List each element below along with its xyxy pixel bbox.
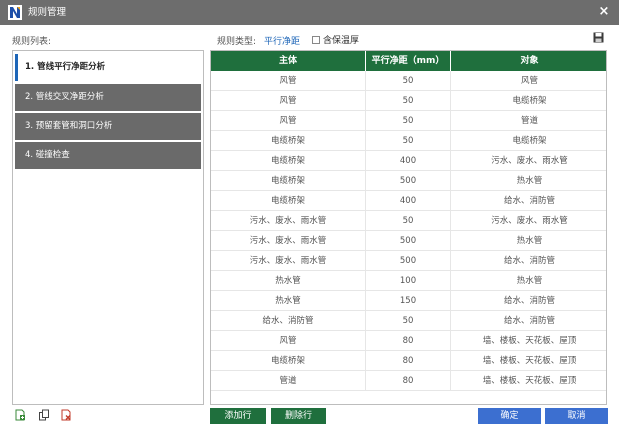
delete-row-button[interactable]: 删除行 <box>271 408 326 424</box>
table-row[interactable]: 给水、消防管 50 给水、消防管 <box>211 311 606 331</box>
cell-clearance[interactable]: 50 <box>366 111 451 130</box>
table-header: 主体 平行净距（mm） 对象 <box>211 51 606 71</box>
cell-clearance[interactable]: 50 <box>366 131 451 150</box>
cell-object[interactable]: 给水、消防管 <box>451 311 606 330</box>
cell-subject[interactable]: 给水、消防管 <box>211 311 366 330</box>
table-row[interactable]: 风管 50 风管 <box>211 71 606 91</box>
header-clearance[interactable]: 平行净距（mm） <box>366 51 451 71</box>
cell-object[interactable]: 污水、废水、雨水管 <box>451 211 606 230</box>
rule-table: 主体 平行净距（mm） 对象 风管 50 风管 风管 50 电缆桥架 风管 50 管道 电缆桥架 5… <box>210 50 607 405</box>
cancel-button[interactable]: 取消 <box>545 408 608 424</box>
header-object[interactable]: 对象 <box>451 51 606 71</box>
checkbox-label[interactable]: 含保温厚 <box>323 33 359 46</box>
table-row[interactable]: 风管 50 管道 <box>211 111 606 131</box>
table-row[interactable]: 电缆桥架 400 给水、消防管 <box>211 191 606 211</box>
cell-clearance[interactable]: 500 <box>366 231 451 250</box>
table-row[interactable]: 管道 80 墙、楼板、天花板、屋顶 <box>211 371 606 391</box>
cell-subject[interactable]: 电缆桥架 <box>211 171 366 190</box>
cell-object[interactable]: 给水、消防管 <box>451 251 606 270</box>
cell-clearance[interactable]: 50 <box>366 71 451 90</box>
rule-type-value: 平行净距 <box>264 37 301 47</box>
cell-clearance[interactable]: 80 <box>366 351 451 370</box>
table-row[interactable]: 污水、废水、雨水管 500 热水管 <box>211 231 606 251</box>
cell-subject[interactable]: 风管 <box>211 111 366 130</box>
rule-item-cross-clearance[interactable]: 2. 管线交叉净距分析 <box>15 84 201 111</box>
cell-subject[interactable]: 风管 <box>211 71 366 90</box>
cell-subject[interactable]: 热水管 <box>211 271 366 290</box>
cell-object[interactable]: 风管 <box>451 71 606 90</box>
cell-subject[interactable]: 污水、废水、雨水管 <box>211 231 366 250</box>
cell-object[interactable]: 墙、楼板、天花板、屋顶 <box>451 351 606 370</box>
cell-clearance[interactable]: 500 <box>366 251 451 270</box>
cell-subject[interactable]: 污水、废水、雨水管 <box>211 211 366 230</box>
save-icon[interactable] <box>593 32 604 43</box>
cell-clearance[interactable]: 50 <box>366 211 451 230</box>
insulation-checkbox[interactable]: 含保温厚 <box>312 33 359 46</box>
cell-object[interactable]: 热水管 <box>451 171 606 190</box>
cell-object[interactable]: 热水管 <box>451 231 606 250</box>
cell-object[interactable]: 管道 <box>451 111 606 130</box>
cell-object[interactable]: 给水、消防管 <box>451 291 606 310</box>
cell-subject[interactable]: 电缆桥架 <box>211 131 366 150</box>
table-body: 风管 50 风管 风管 50 电缆桥架 风管 50 管道 电缆桥架 50 电缆桥架 电缆桥架 400 污水、… <box>211 71 606 391</box>
cell-object[interactable]: 墙、楼板、天花板、屋顶 <box>451 371 606 390</box>
cell-subject[interactable]: 热水管 <box>211 291 366 310</box>
rule-list-panel: 1. 管线平行净距分析 2. 管线交叉净距分析 3. 预留套管和洞口分析 4. … <box>12 50 204 405</box>
window-title: 规则管理 <box>28 7 67 18</box>
cell-subject[interactable]: 风管 <box>211 331 366 350</box>
table-row[interactable]: 热水管 100 热水管 <box>211 271 606 291</box>
title-bar: 规则管理 × <box>0 0 619 25</box>
header-subject[interactable]: 主体 <box>211 51 366 71</box>
table-row[interactable]: 风管 80 墙、楼板、天花板、屋顶 <box>211 331 606 351</box>
cell-subject[interactable]: 电缆桥架 <box>211 351 366 370</box>
cell-clearance[interactable]: 150 <box>366 291 451 310</box>
cell-clearance[interactable]: 50 <box>366 311 451 330</box>
app-logo-icon <box>8 5 22 20</box>
rule-item-parallel-clearance[interactable]: 1. 管线平行净距分析 <box>15 54 201 81</box>
ok-button[interactable]: 确定 <box>478 408 541 424</box>
cell-clearance[interactable]: 80 <box>366 371 451 390</box>
table-row[interactable]: 电缆桥架 400 污水、废水、雨水管 <box>211 151 606 171</box>
cell-clearance[interactable]: 400 <box>366 151 451 170</box>
cell-object[interactable]: 电缆桥架 <box>451 131 606 150</box>
table-row[interactable]: 热水管 150 给水、消防管 <box>211 291 606 311</box>
rule-item-collision-check[interactable]: 4. 碰撞检查 <box>15 142 201 169</box>
cell-subject[interactable]: 污水、废水、雨水管 <box>211 251 366 270</box>
rule-list-label: 规则列表: <box>12 37 52 47</box>
cell-subject[interactable]: 电缆桥架 <box>211 191 366 210</box>
table-row[interactable]: 污水、废水、雨水管 50 污水、废水、雨水管 <box>211 211 606 231</box>
cell-subject[interactable]: 管道 <box>211 371 366 390</box>
cell-clearance[interactable]: 80 <box>366 331 451 350</box>
copy-rule-icon[interactable] <box>38 409 50 421</box>
rule-type-label: 规则类型: <box>217 37 257 47</box>
cell-object[interactable]: 墙、楼板、天花板、屋顶 <box>451 331 606 350</box>
cell-object[interactable]: 电缆桥架 <box>451 91 606 110</box>
cell-clearance[interactable]: 50 <box>366 91 451 110</box>
table-row[interactable]: 污水、废水、雨水管 500 给水、消防管 <box>211 251 606 271</box>
table-row[interactable]: 电缆桥架 80 墙、楼板、天花板、屋顶 <box>211 351 606 371</box>
cell-clearance[interactable]: 100 <box>366 271 451 290</box>
add-rule-icon[interactable] <box>14 409 26 421</box>
checkbox-box[interactable] <box>312 35 320 44</box>
table-row[interactable]: 电缆桥架 50 电缆桥架 <box>211 131 606 151</box>
cell-clearance[interactable]: 500 <box>366 171 451 190</box>
close-icon[interactable]: × <box>595 3 613 21</box>
cell-subject[interactable]: 风管 <box>211 91 366 110</box>
table-row[interactable]: 风管 50 电缆桥架 <box>211 91 606 111</box>
cell-object[interactable]: 热水管 <box>451 271 606 290</box>
add-row-button[interactable]: 添加行 <box>210 408 266 424</box>
cell-clearance[interactable]: 400 <box>366 191 451 210</box>
rule-item-sleeve-opening[interactable]: 3. 预留套管和洞口分析 <box>15 113 201 140</box>
cell-object[interactable]: 给水、消防管 <box>451 191 606 210</box>
cell-subject[interactable]: 电缆桥架 <box>211 151 366 170</box>
table-row[interactable]: 电缆桥架 500 热水管 <box>211 171 606 191</box>
delete-rule-icon[interactable] <box>60 409 72 421</box>
cell-object[interactable]: 污水、废水、雨水管 <box>451 151 606 170</box>
